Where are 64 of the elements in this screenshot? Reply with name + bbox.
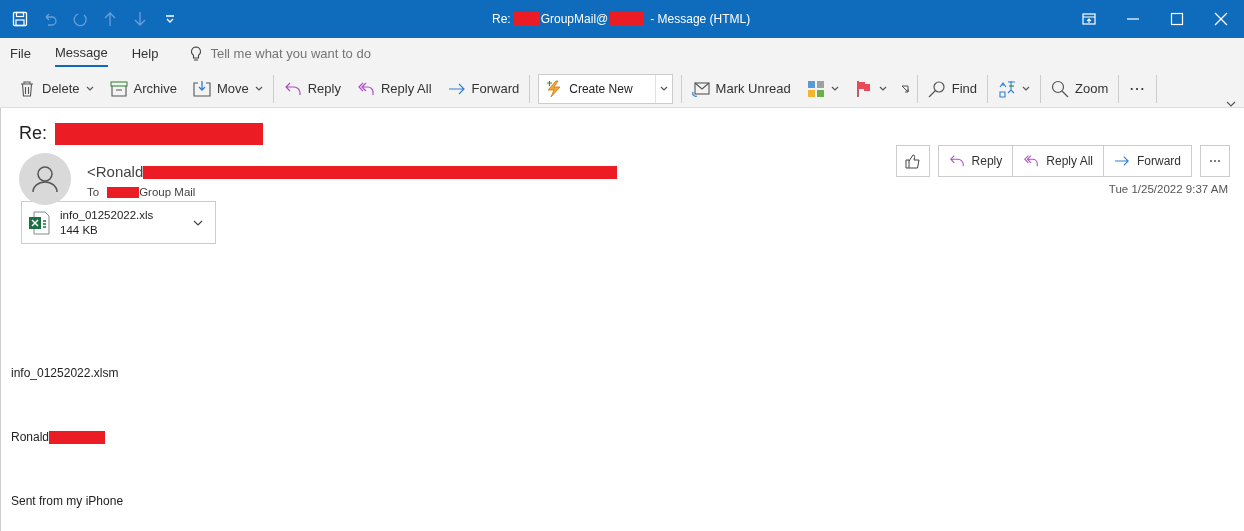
flag-icon bbox=[854, 79, 873, 98]
window-title: GroupMail@ bbox=[540, 11, 609, 28]
move-icon bbox=[192, 79, 211, 98]
ribbon-button[interactable]: Forward bbox=[445, 78, 522, 99]
ribbon-button[interactable]: Reply bbox=[281, 78, 343, 99]
reply-all-icon bbox=[1023, 153, 1040, 169]
lightning-icon bbox=[545, 79, 564, 98]
down-arrow-icon[interactable] bbox=[132, 11, 148, 27]
thumbs-up-icon bbox=[904, 153, 921, 169]
ribbon-button[interactable]: Reply All bbox=[355, 78, 434, 99]
search-field[interactable]: Tell me what you want to do bbox=[210, 44, 431, 64]
ribbon-button[interactable]: Move bbox=[190, 78, 265, 99]
redaction-block bbox=[107, 186, 140, 198]
like-button[interactable] bbox=[895, 145, 930, 177]
spreadsheet-icon bbox=[28, 210, 50, 235]
chevron-icon bbox=[193, 219, 203, 226]
ribbon-button[interactable]: Archive bbox=[107, 78, 179, 99]
lightbulb-icon bbox=[190, 46, 203, 62]
body-text: info_01252022.xlsm bbox=[11, 365, 119, 382]
ribbon-button[interactable]: Zoom bbox=[1049, 78, 1111, 99]
search-icon bbox=[927, 79, 946, 98]
redaction-block bbox=[512, 12, 539, 26]
file-size: 144 KB bbox=[60, 222, 99, 237]
body-text: Sent from my iPhone bbox=[11, 493, 124, 510]
more-button[interactable]: ⋯ bbox=[1200, 145, 1230, 177]
attachment-card[interactable]: info_01252022.xls 144 KB bbox=[21, 201, 216, 244]
envelope-icon bbox=[691, 79, 710, 98]
ribbon-button[interactable]: Mark Unread bbox=[689, 78, 793, 99]
zoom-icon bbox=[1051, 79, 1070, 98]
maximize-icon[interactable] bbox=[1170, 12, 1184, 26]
ribbon-button[interactable]: Delete bbox=[16, 78, 96, 99]
window-title: - Message (HTML) bbox=[650, 11, 751, 28]
recipient-name: Group Mail bbox=[139, 184, 196, 200]
recipient-label: To bbox=[87, 184, 100, 200]
ribbon-display-icon[interactable] bbox=[1082, 13, 1096, 25]
avatar bbox=[19, 153, 71, 205]
menu-tab[interactable]: File bbox=[10, 42, 31, 66]
forward-icon bbox=[1114, 153, 1130, 169]
archive-icon bbox=[109, 79, 128, 98]
body-text: Ronald bbox=[11, 429, 50, 446]
email-subject: Re: bbox=[19, 122, 47, 145]
menu-tab[interactable]: Help bbox=[131, 42, 159, 66]
menu-tab[interactable]: Message bbox=[54, 41, 108, 67]
action-button[interactable]: Forward bbox=[1104, 145, 1192, 177]
trash-icon bbox=[18, 79, 36, 98]
save-icon[interactable] bbox=[12, 11, 28, 27]
window-title: Re: bbox=[492, 11, 511, 28]
ribbon-button[interactable]: Find bbox=[925, 78, 980, 99]
file-name: info_01252022.xls bbox=[60, 208, 155, 223]
redaction-block bbox=[49, 430, 106, 444]
dialog-launcher-icon[interactable] bbox=[900, 84, 909, 93]
expand-caret-icon[interactable] bbox=[1226, 101, 1236, 107]
reply-icon bbox=[948, 153, 965, 169]
ribbon-button[interactable]: ⋯ bbox=[1127, 76, 1149, 101]
translate-icon bbox=[998, 79, 1017, 98]
redaction-block bbox=[610, 12, 645, 26]
timestamp: Tue 1/25/2022 9:37 AM bbox=[1108, 182, 1229, 197]
up-arrow-icon[interactable] bbox=[102, 11, 118, 27]
sender-name: <Ronald bbox=[87, 162, 144, 182]
action-button[interactable]: Reply bbox=[937, 145, 1014, 177]
close-icon[interactable] bbox=[1214, 12, 1228, 26]
create-new-dropdown[interactable]: Create New bbox=[538, 73, 673, 104]
action-button[interactable]: Reply All bbox=[1013, 145, 1104, 177]
color-grid-icon bbox=[806, 79, 825, 98]
